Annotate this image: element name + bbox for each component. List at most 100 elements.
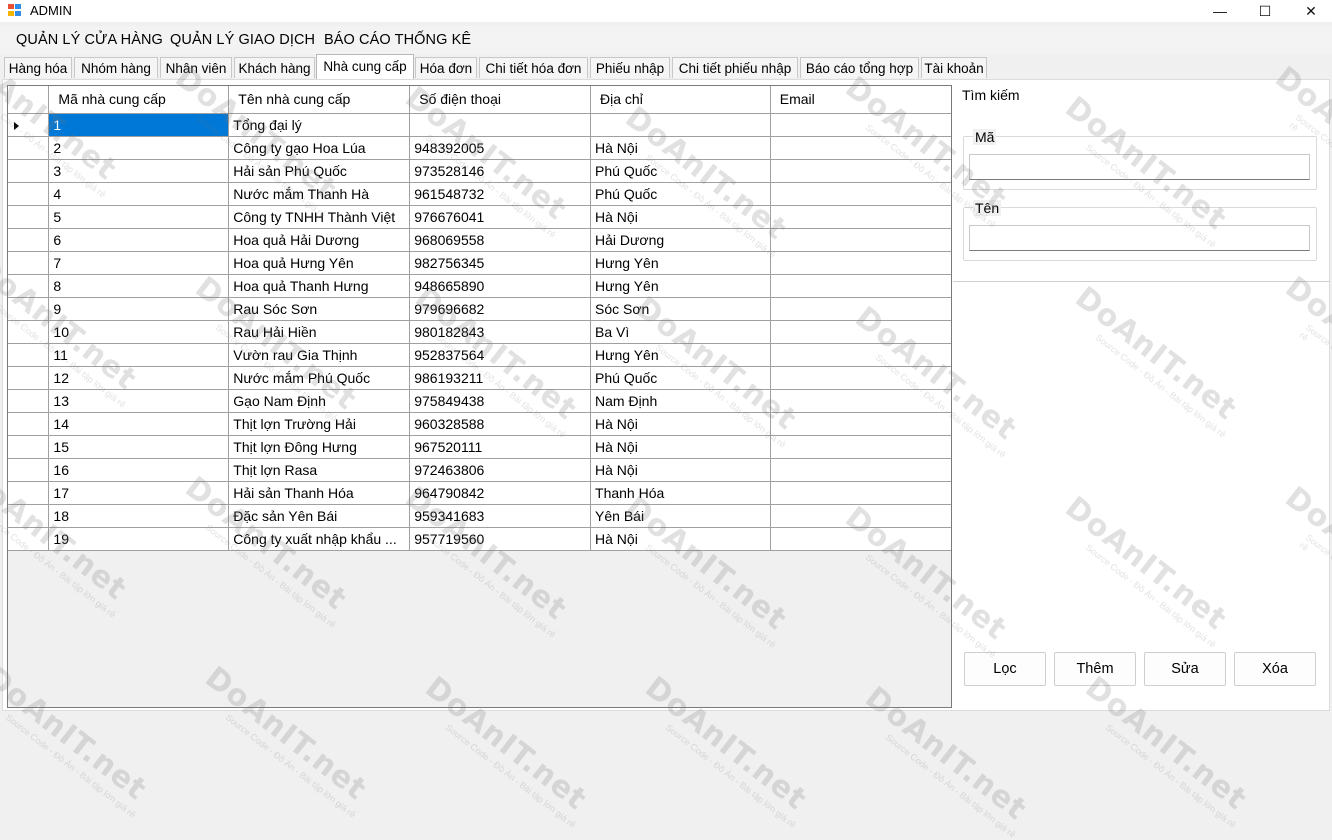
table-row[interactable]: 15 Thịt lợn Đông Hưng 967520111 Hà Nội	[8, 434, 951, 459]
table-row[interactable]: 2 Công ty gạo Hoa Lúa 948392005 Hà Nội	[8, 135, 951, 160]
column-header-phone[interactable]: Số điện thoại	[409, 86, 592, 114]
cell-phone[interactable]: 952837564	[409, 342, 592, 367]
cell-phone[interactable]: 980182843	[409, 319, 592, 344]
table-row[interactable]: 12 Nước mắm Phú Quốc 986193211 Phú Quốc	[8, 365, 951, 390]
cell-email[interactable]	[769, 227, 951, 252]
cell-address[interactable]: Hưng Yên	[590, 342, 771, 367]
row-header-cell[interactable]	[8, 158, 50, 183]
code-search-input[interactable]	[969, 154, 1310, 180]
cell-phone[interactable]: 961548732	[409, 181, 592, 206]
row-header-cell[interactable]	[8, 503, 50, 528]
menu-statistics-report[interactable]: BÁO CÁO THỐNG KÊ	[324, 32, 471, 48]
menu-store-management[interactable]: QUẢN LÝ CỬA HÀNG	[16, 32, 163, 48]
cell-address[interactable]: Hà Nội	[590, 204, 771, 229]
column-header-supplier-name[interactable]: Tên nhà cung cấp	[228, 86, 411, 114]
tab-suppliers[interactable]: Nhà cung cấp	[316, 54, 414, 79]
cell-email[interactable]	[769, 273, 951, 298]
cell-email[interactable]	[769, 319, 951, 344]
column-header-supplier-code[interactable]: Mã nhà cung cấp	[48, 86, 230, 114]
cell-name[interactable]: Thịt lợn Trường Hải	[228, 411, 411, 436]
cell-address[interactable]: Hà Nội	[590, 411, 771, 436]
cell-name[interactable]: Vườn rau Gia Thịnh	[228, 342, 411, 367]
cell-phone[interactable]: 959341683	[409, 503, 592, 528]
row-header-cell[interactable]	[8, 296, 50, 321]
table-row[interactable]: 1 Tổng đại lý	[8, 112, 951, 137]
cell-name[interactable]: Hoa quả Hưng Yên	[228, 250, 411, 275]
cell-name[interactable]: Hoa quả Thanh Hưng	[228, 273, 411, 298]
tab-customers[interactable]: Khách hàng	[234, 57, 315, 78]
cell-code[interactable]: 3	[48, 158, 230, 183]
table-row[interactable]: 5 Công ty TNHH Thành Việt 976676041 Hà Nội	[8, 204, 951, 229]
cell-code[interactable]: 11	[48, 342, 230, 367]
row-header-cell[interactable]	[8, 273, 50, 298]
maximize-button[interactable]: ☐	[1242, 0, 1288, 22]
cell-name[interactable]: Hoa quả Hải Dương	[228, 227, 411, 252]
row-header-cell[interactable]	[8, 227, 50, 252]
row-header-cell[interactable]	[8, 526, 50, 551]
cell-address[interactable]: Hưng Yên	[590, 250, 771, 275]
cell-address[interactable]: Hà Nội	[590, 457, 771, 482]
cell-code[interactable]: 15	[48, 434, 230, 459]
cell-code[interactable]: 12	[48, 365, 230, 390]
cell-code[interactable]: 8	[48, 273, 230, 298]
cell-email[interactable]	[769, 365, 951, 390]
cell-email[interactable]	[769, 480, 951, 505]
cell-email[interactable]	[769, 135, 951, 160]
cell-email[interactable]	[769, 204, 951, 229]
cell-name[interactable]: Hải sản Phú Quốc	[228, 158, 411, 183]
cell-name[interactable]: Thịt lợn Đông Hưng	[228, 434, 411, 459]
table-row[interactable]: 14 Thịt lợn Trường Hải 960328588 Hà Nội	[8, 411, 951, 436]
cell-email[interactable]	[769, 342, 951, 367]
cell-phone[interactable]: 976676041	[409, 204, 592, 229]
cell-phone[interactable]: 975849438	[409, 388, 592, 413]
row-header-cell[interactable]	[8, 112, 50, 137]
cell-phone[interactable]: 968069558	[409, 227, 592, 252]
cell-phone[interactable]: 982756345	[409, 250, 592, 275]
cell-phone[interactable]: 979696682	[409, 296, 592, 321]
cell-code[interactable]: 4	[48, 181, 230, 206]
cell-code[interactable]: 17	[48, 480, 230, 505]
cell-phone[interactable]: 948392005	[409, 135, 592, 160]
cell-email[interactable]	[769, 503, 951, 528]
cell-code[interactable]: 18	[48, 503, 230, 528]
table-row[interactable]: 13 Gạo Nam Định 975849438 Nam Định	[8, 388, 951, 413]
row-header-cell[interactable]	[8, 250, 50, 275]
name-search-input[interactable]	[969, 225, 1310, 251]
cell-code[interactable]: 5	[48, 204, 230, 229]
tab-invoice-details[interactable]: Chi tiết hóa đơn	[479, 57, 588, 78]
row-header-cell[interactable]	[8, 480, 50, 505]
cell-name[interactable]: Đặc sản Yên Bái	[228, 503, 411, 528]
cell-address[interactable]: Hải Dương	[590, 227, 771, 252]
table-row[interactable]: 10 Rau Hải Hiền 980182843 Ba Vì	[8, 319, 951, 344]
table-row[interactable]: 16 Thịt lợn Rasa 972463806 Hà Nội	[8, 457, 951, 482]
close-button[interactable]: ✕	[1288, 0, 1332, 22]
cell-address[interactable]: Hà Nội	[590, 135, 771, 160]
cell-phone[interactable]: 960328588	[409, 411, 592, 436]
table-row[interactable]: 19 Công ty xuất nhập khẩu ... 957719560 Hà …	[8, 526, 951, 551]
tab-summary-report[interactable]: Báo cáo tổng hợp	[800, 57, 919, 78]
cell-name[interactable]: Rau Sóc Sơn	[228, 296, 411, 321]
table-row[interactable]: 6 Hoa quả Hải Dương 968069558 Hải Dương	[8, 227, 951, 252]
cell-email[interactable]	[769, 457, 951, 482]
column-header-email[interactable]: Email	[769, 86, 951, 114]
tab-products[interactable]: Hàng hóa	[4, 57, 72, 78]
row-header-cell[interactable]	[8, 342, 50, 367]
cell-code[interactable]: 1	[48, 112, 230, 137]
cell-code[interactable]: 10	[48, 319, 230, 344]
cell-email[interactable]	[769, 112, 951, 137]
minimize-button[interactable]: —	[1197, 0, 1243, 22]
cell-phone[interactable]	[409, 112, 592, 137]
cell-name[interactable]: Rau Hải Hiền	[228, 319, 411, 344]
column-header-address[interactable]: Địa chỉ	[590, 86, 771, 114]
table-row[interactable]: 9 Rau Sóc Sơn 979696682 Sóc Sơn	[8, 296, 951, 321]
cell-phone[interactable]: 967520111	[409, 434, 592, 459]
table-row[interactable]: 17 Hải sản Thanh Hóa 964790842 Thanh Hóa	[8, 480, 951, 505]
cell-name[interactable]: Công ty gạo Hoa Lúa	[228, 135, 411, 160]
supplier-grid[interactable]: Mã nhà cung cấp Tên nhà cung cấp Số điện…	[7, 85, 952, 708]
cell-code[interactable]: 9	[48, 296, 230, 321]
table-row[interactable]: 7 Hoa quả Hưng Yên 982756345 Hưng Yên	[8, 250, 951, 275]
cell-phone[interactable]: 957719560	[409, 526, 592, 551]
table-row[interactable]: 11 Vườn rau Gia Thịnh 952837564 Hưng Yên	[8, 342, 951, 367]
cell-address[interactable]: Nam Định	[590, 388, 771, 413]
cell-phone[interactable]: 948665890	[409, 273, 592, 298]
